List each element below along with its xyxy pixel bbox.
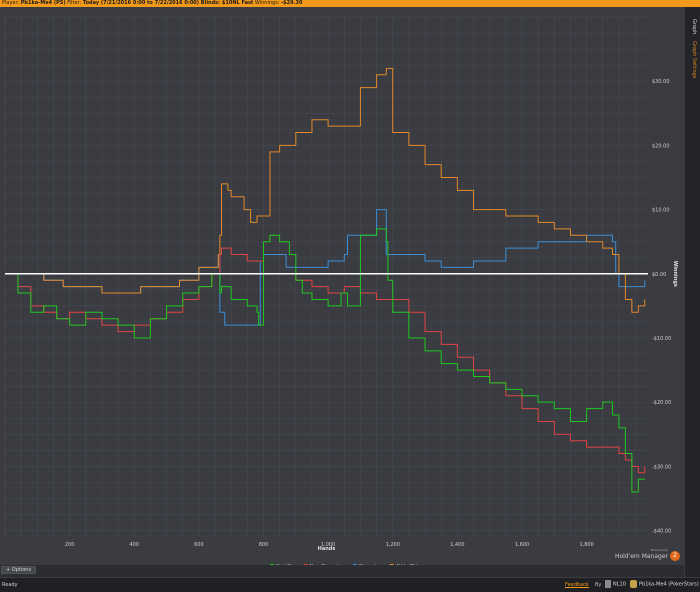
y-tick-label: $30.00 [652,79,670,85]
chart-area: 200 400 600 800 1,000 1,200 1,400 1,600 1,800 $30… [0,7,684,565]
logo-name: Hold'em Manager [614,553,668,560]
stakes-selector[interactable]: NL10 [605,580,626,588]
winnings-value: -$29.30 [281,0,303,6]
winnings-chart: 200 400 600 800 1,000 1,200 1,400 1,600 1,800$30… [4,16,678,565]
y-tick-label: -$40.00 [652,529,671,535]
stakes-label: NL10 [613,581,626,588]
y-tick-label: -$10.00 [652,336,671,342]
x-tick-label: 1,800 [579,542,593,548]
logo-powered-by: Powered by [650,548,668,552]
winnings-label: Winnings: [254,0,280,6]
status-bar: Ready Feedback By NL10 Pb1ka-Me4 (PokerS… [0,577,700,592]
title-text: Player: Pb1ka-Me4 (PS) Filter: Today (7/… [2,0,302,7]
tab-graph-settings[interactable]: Graph Settings [691,41,697,78]
plot-area [5,17,648,537]
filter-label: Filter: [67,0,82,6]
status-filter-by-label: By [595,582,602,588]
y-tick-label: -$20.00 [652,400,671,406]
player-selector[interactable]: Pb1ka-Me4 (PokerStars) [630,580,699,588]
options-button[interactable]: + Options [1,566,37,574]
player-label: Pb1ka-Me4 (PokerStars) [639,581,699,588]
status-ready-text: Ready [2,582,18,588]
x-tick-label: 1,200 [386,542,400,548]
side-tab-panel: Graph Graph Settings [684,7,700,577]
player-avatar-icon [630,580,637,588]
player-label: Player: [2,0,20,6]
feedback-link[interactable]: Feedback [565,582,589,588]
filter-value: Today (7/21/2016 0:00 to 7/22/2016 0:00)… [82,0,254,6]
options-bar: + Options [0,565,684,575]
logo-badge-icon: 2 [670,551,680,561]
holdem-manager-logo: Powered by Hold'em Manager 2 [612,548,682,564]
y-tick-label: $20.00 [652,143,670,149]
x-tick-label: 1,400 [450,542,464,548]
x-tick-label: 400 [129,542,139,548]
tab-graph[interactable]: Graph [691,19,697,34]
x-tick-label: 600 [194,542,204,548]
x-tick-label: 200 [65,542,75,548]
x-tick-label: 1,600 [515,542,529,548]
options-label: Options [11,567,32,573]
title-bar: Player: Pb1ka-Me4 (PS) Filter: Today (7/… [0,0,700,7]
player-value: Pb1ka-Me4 (PS) [20,0,66,6]
y-axis-label: Winnings [672,261,678,287]
y-tick-label: -$30.00 [652,464,671,470]
stakes-icon [605,580,611,588]
y-tick-label: $10.00 [652,208,670,214]
x-axis-label: Hands [318,546,336,552]
y-tick-label: $0.00 [652,272,666,278]
x-tick-label: 800 [259,542,269,548]
